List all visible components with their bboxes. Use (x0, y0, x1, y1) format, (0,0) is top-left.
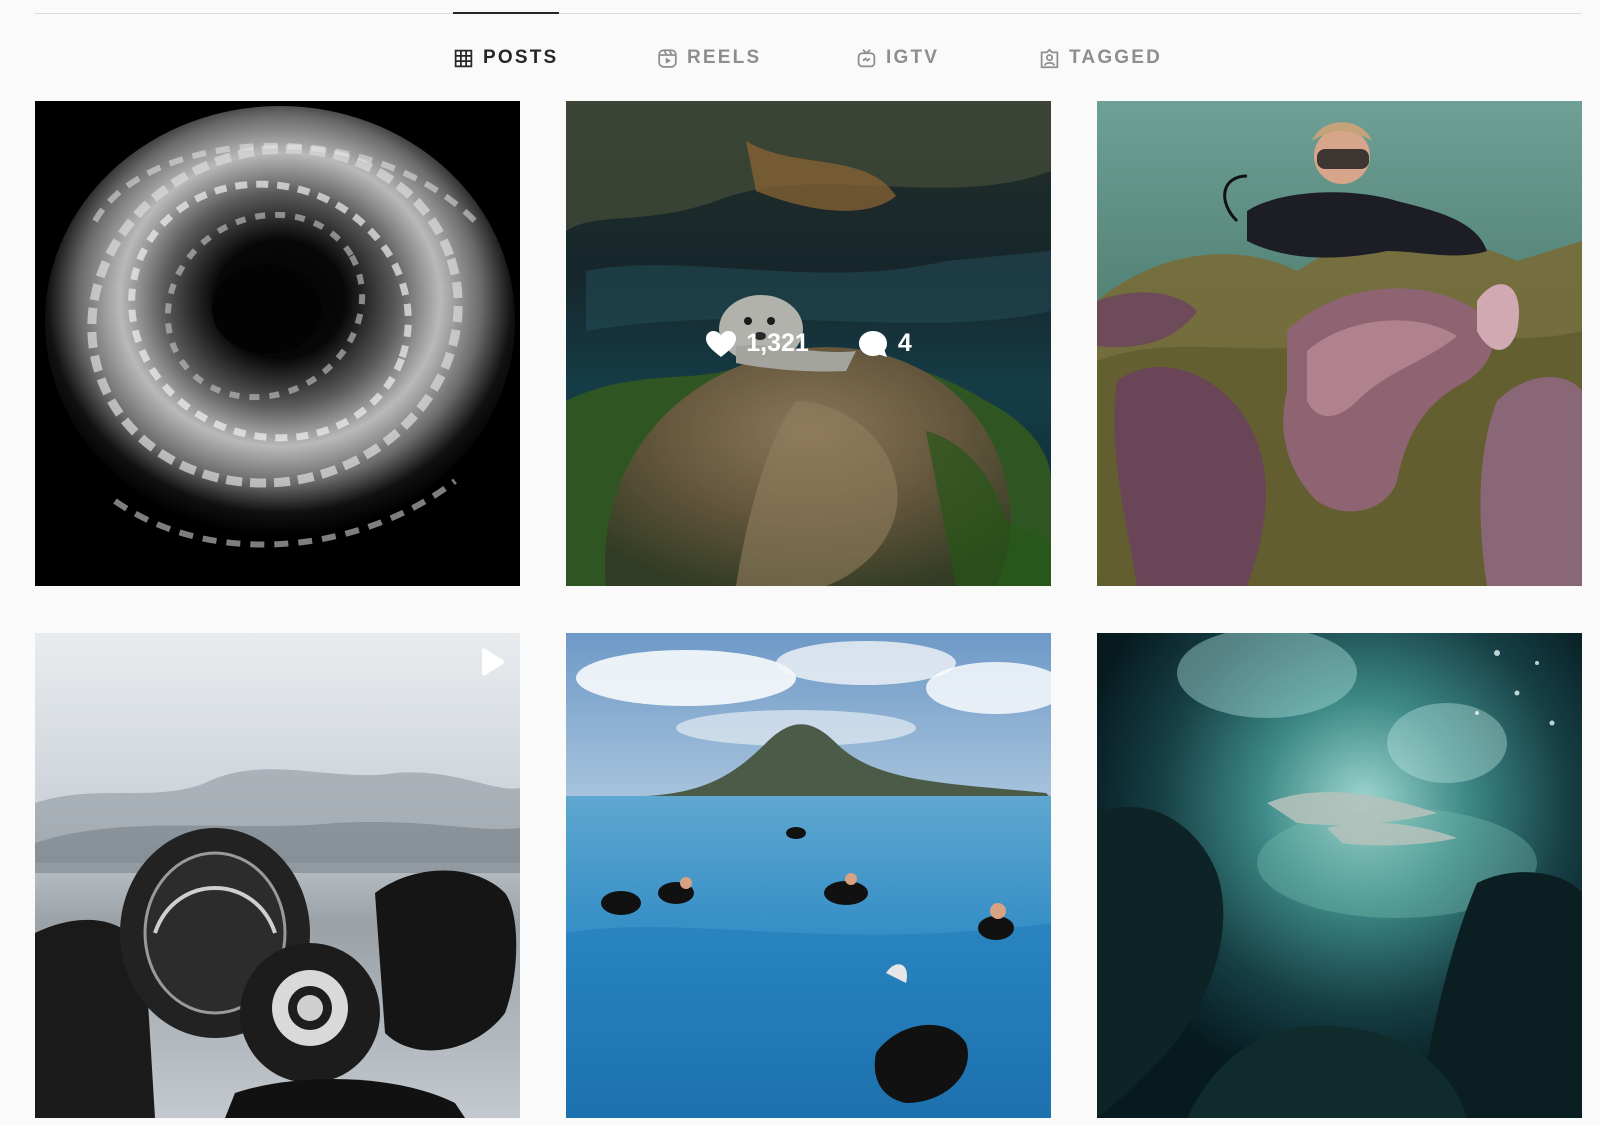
post-thumbnail-school-of-fish[interactable] (35, 101, 520, 586)
heart-icon (706, 330, 737, 357)
tab-divider (35, 13, 1581, 14)
igtv-icon (857, 48, 876, 67)
post-thumbnail-sharks-in-cave[interactable] (1097, 633, 1582, 1118)
active-tab-indicator (453, 12, 559, 14)
tab-reels-label: REELS (687, 47, 762, 68)
likes-stat: 1,321 (705, 329, 809, 358)
tab-posts-label: POSTS (483, 47, 559, 68)
tab-igtv-label: IGTV (886, 47, 940, 68)
school-of-fish-image (35, 101, 520, 586)
grid-icon (454, 49, 473, 67)
post-thumbnail-dive-regulator[interactable] (35, 633, 520, 1118)
post-thumbnail-diver-with-cuttlefish[interactable] (1097, 101, 1582, 586)
reels-icon (658, 48, 677, 68)
sharks-in-cave-image (1097, 633, 1582, 1118)
tab-reels[interactable]: REELS (657, 40, 761, 76)
profile-posts-section: POSTS REELS IGTV TAGGED 1,321 4 (0, 0, 1600, 1125)
diver-with-cuttlefish-image (1097, 101, 1582, 586)
post-hover-stats: 1,321 4 (566, 101, 1051, 586)
likes-count: 1,321 (746, 329, 809, 357)
tab-posts[interactable]: POSTS (453, 40, 558, 76)
tab-igtv[interactable]: IGTV (856, 40, 939, 76)
comment-icon (858, 330, 887, 357)
comments-count: 4 (897, 329, 912, 357)
divers-near-island-image (566, 633, 1051, 1118)
post-thumbnail-seal-on-rock[interactable]: 1,321 4 (566, 101, 1051, 586)
tab-tagged[interactable]: TAGGED (1039, 40, 1162, 76)
dive-regulator-image (35, 633, 520, 1118)
comments-stat: 4 (857, 329, 912, 359)
post-thumbnail-divers-near-island[interactable] (566, 633, 1051, 1118)
play-icon (482, 648, 504, 676)
tagged-icon (1040, 48, 1059, 68)
tab-tagged-label: TAGGED (1069, 47, 1163, 68)
